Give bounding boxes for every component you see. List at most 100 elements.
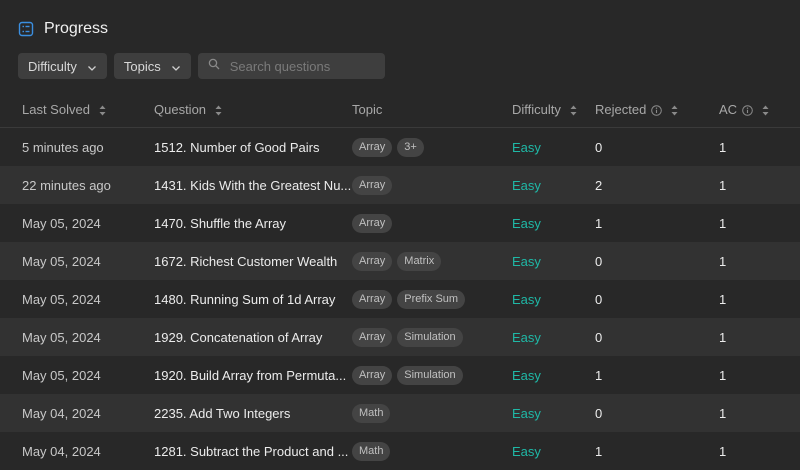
topic-tag[interactable]: Array (352, 213, 393, 233)
question-link[interactable]: 1512. Number of Good Pairs (154, 128, 319, 166)
question-link[interactable]: 1480. Running Sum of 1d Array (154, 280, 335, 318)
last-solved-cell: May 04, 2024 (22, 405, 101, 421)
progress-list-icon (18, 21, 34, 37)
table-row[interactable]: May 05, 2024 1920. Build Array from Perm… (0, 356, 800, 394)
table-row[interactable]: May 05, 2024 1929. Concatenation of Arra… (0, 318, 800, 356)
topic-tag[interactable]: Array (352, 251, 393, 271)
rejected-count: 1 (595, 215, 603, 231)
topic-tag[interactable]: Simulation (397, 365, 463, 385)
chevron-down-icon (87, 61, 97, 71)
sort-icon (570, 104, 577, 116)
ac-count: 1 (719, 443, 727, 459)
table-row[interactable]: May 04, 2024 1281. Subtract the Product … (0, 432, 800, 470)
table-row[interactable]: May 05, 2024 1470. Shuffle the Array Arr… (0, 204, 800, 242)
topic-tag[interactable]: Array (352, 289, 393, 309)
last-solved-cell: May 05, 2024 (22, 215, 101, 231)
topic-tag[interactable]: Matrix (397, 251, 442, 271)
topics-dropdown[interactable]: Topics (113, 53, 191, 79)
table-body: 5 minutes ago 1512. Number of Good Pairs… (0, 128, 800, 470)
topic-tag[interactable]: Math (352, 403, 391, 423)
difficulty-label: Easy (512, 329, 541, 345)
topics-dropdown-label: Topics (123, 58, 161, 74)
topic-tags: Array Matrix (352, 242, 442, 280)
chevron-down-icon (171, 61, 181, 71)
topic-tag[interactable]: Array (352, 175, 393, 195)
last-solved-cell: May 05, 2024 (22, 329, 101, 345)
sort-icon (215, 104, 222, 116)
rejected-count: 1 (595, 443, 603, 459)
rejected-count: 0 (595, 139, 603, 155)
difficulty-label: Easy (512, 443, 541, 459)
last-solved-cell: 5 minutes ago (22, 139, 104, 155)
ac-count: 1 (719, 291, 727, 307)
rejected-count: 2 (595, 177, 603, 193)
difficulty-label: Easy (512, 253, 541, 269)
difficulty-label: Easy (512, 405, 541, 421)
sort-icon (671, 104, 678, 116)
table-row[interactable]: 5 minutes ago 1512. Number of Good Pairs… (0, 128, 800, 166)
rejected-count: 0 (595, 329, 603, 345)
column-label: Last Solved (22, 102, 90, 117)
column-rejected[interactable]: Rejected (595, 92, 678, 127)
ac-count: 1 (719, 329, 727, 345)
table-row[interactable]: 22 minutes ago 1431. Kids With the Great… (0, 166, 800, 204)
page-header: Progress (18, 17, 108, 41)
topic-tags: Array Prefix Sum (352, 280, 466, 318)
ac-count: 1 (719, 367, 727, 383)
filter-bar: Difficulty Topics (18, 53, 385, 79)
ac-count: 1 (719, 405, 727, 421)
table-header: Last Solved Question Topic Difficulty Re… (0, 92, 800, 128)
more-topics-tag[interactable]: 3+ (397, 137, 424, 157)
column-question[interactable]: Question (154, 92, 222, 127)
difficulty-label: Easy (512, 139, 541, 155)
topic-tag[interactable]: Simulation (397, 327, 463, 347)
table-row[interactable]: May 05, 2024 1672. Richest Customer Weal… (0, 242, 800, 280)
rejected-count: 0 (595, 253, 603, 269)
column-difficulty[interactable]: Difficulty (512, 92, 577, 127)
topic-tag[interactable]: Array (352, 365, 393, 385)
difficulty-dropdown-label: Difficulty (28, 58, 77, 74)
last-solved-cell: 22 minutes ago (22, 177, 111, 193)
search-input[interactable] (227, 57, 382, 75)
rejected-count: 0 (595, 405, 603, 421)
difficulty-label: Easy (512, 177, 541, 193)
info-icon[interactable] (742, 104, 753, 116)
question-link[interactable]: 1470. Shuffle the Array (154, 204, 286, 242)
question-link[interactable]: 1281. Subtract the Product and ... (154, 432, 348, 470)
question-link[interactable]: 1920. Build Array from Permuta... (154, 356, 346, 394)
rejected-count: 1 (595, 367, 603, 383)
rejected-count: 0 (595, 291, 603, 307)
topic-tags: Array Simulation (352, 318, 463, 356)
difficulty-dropdown[interactable]: Difficulty (18, 53, 107, 79)
table-row[interactable]: May 05, 2024 1480. Running Sum of 1d Arr… (0, 280, 800, 318)
last-solved-cell: May 04, 2024 (22, 443, 101, 459)
topic-tag[interactable]: Math (352, 441, 391, 461)
topic-tag[interactable]: Prefix Sum (397, 289, 466, 309)
topic-tag[interactable]: Array (352, 327, 393, 347)
ac-count: 1 (719, 253, 727, 269)
question-link[interactable]: 1929. Concatenation of Array (154, 318, 322, 356)
last-solved-cell: May 05, 2024 (22, 367, 101, 383)
difficulty-label: Easy (512, 291, 541, 307)
last-solved-cell: May 05, 2024 (22, 291, 101, 307)
table-row[interactable]: May 04, 2024 2235. Add Two Integers Math… (0, 394, 800, 432)
sort-icon (762, 104, 769, 116)
info-icon[interactable] (651, 104, 663, 116)
ac-count: 1 (719, 215, 727, 231)
topic-tags: Math (352, 394, 391, 432)
question-link[interactable]: 2235. Add Two Integers (154, 394, 290, 432)
question-link[interactable]: 1672. Richest Customer Wealth (154, 242, 337, 280)
column-label: Rejected (595, 102, 647, 117)
question-link[interactable]: 1431. Kids With the Greatest Nu... (154, 166, 351, 204)
difficulty-label: Easy (512, 215, 541, 231)
last-solved-cell: May 05, 2024 (22, 253, 101, 269)
search-icon (208, 57, 220, 75)
search-box[interactable] (197, 53, 385, 79)
ac-count: 1 (719, 177, 727, 193)
ac-count: 1 (719, 139, 727, 155)
topic-tags: Array (352, 204, 393, 242)
column-ac[interactable]: AC (719, 92, 769, 127)
column-label: Question (154, 102, 207, 117)
topic-tag[interactable]: Array (352, 137, 393, 157)
column-last-solved[interactable]: Last Solved (22, 92, 106, 127)
